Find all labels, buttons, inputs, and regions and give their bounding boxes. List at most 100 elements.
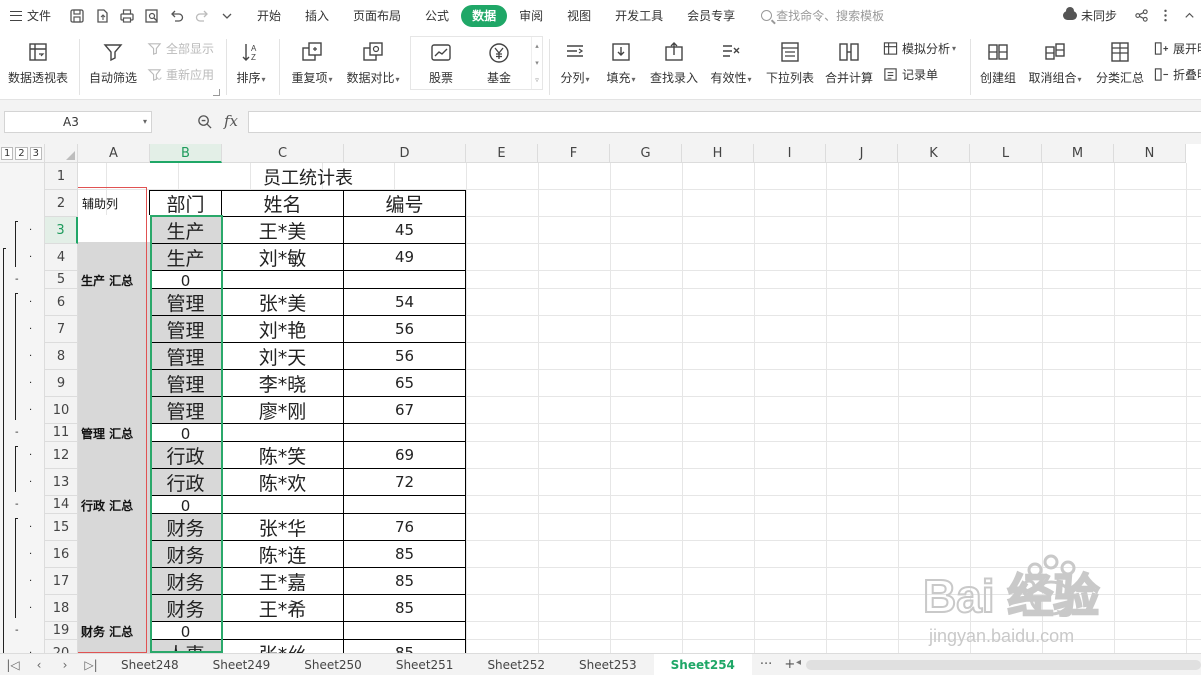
number-cell[interactable]: 72 (344, 469, 466, 496)
column-header-k[interactable]: K (898, 144, 970, 163)
dept-cell[interactable]: 财务 (150, 514, 222, 541)
first-sheet-icon[interactable]: |◁ (0, 654, 26, 675)
tab-member[interactable]: 会员专享 (675, 5, 747, 27)
row-header-1[interactable]: 1 (45, 163, 78, 190)
number-cell[interactable]: 65 (344, 370, 466, 397)
sheet-tab-sheet250[interactable]: Sheet250 (287, 654, 379, 675)
print-preview-icon[interactable] (139, 0, 164, 31)
dept-cell[interactable]: 生产 (150, 244, 222, 271)
column-header-j[interactable]: J (826, 144, 898, 163)
sheet-grid[interactable]: 员工统计表 辅助列 部门 姓名 编号 生产 王*美 45 生产 刘*敏 49 生产 汇总 0 管理 张*美 5… (78, 163, 1201, 653)
expand-details-button[interactable]: 展开明 (1154, 40, 1201, 57)
number-cell[interactable]: 54 (344, 289, 466, 316)
outline-collapse-icon[interactable]: - (15, 275, 19, 285)
subtotal-empty-cell[interactable] (222, 496, 344, 514)
row-header-5[interactable]: 5 (45, 271, 78, 289)
dept-cell[interactable]: 行政 (150, 469, 222, 496)
gallery-up-icon[interactable]: ▴ (535, 42, 539, 50)
create-group-button[interactable]: 创建组 (978, 31, 1018, 100)
number-cell[interactable]: 56 (344, 343, 466, 370)
sheet-tab-sheet254[interactable]: Sheet254 (653, 653, 752, 675)
row-header-2[interactable]: 2 (45, 190, 78, 217)
aux-cell[interactable] (78, 397, 150, 424)
column-header-d[interactable]: D (344, 144, 466, 163)
row-header-4[interactable]: 4 (45, 244, 78, 271)
sheet-tab-sheet249[interactable]: Sheet249 (196, 654, 288, 675)
autofilter-button[interactable]: 自动筛选 (88, 31, 138, 100)
aux-cell[interactable] (78, 316, 150, 343)
subtotal-empty-cell[interactable] (344, 496, 466, 514)
dept-cell[interactable]: 财务 (150, 595, 222, 622)
name-cell[interactable]: 陈*连 (222, 541, 344, 568)
column-header-i[interactable]: I (754, 144, 826, 163)
more-menu-icon[interactable] (1153, 0, 1177, 31)
row-header-15[interactable]: 15 (45, 514, 78, 541)
formula-input[interactable] (248, 111, 1201, 133)
tab-review[interactable]: 审阅 (507, 5, 555, 27)
outline-collapse-icon[interactable]: - (15, 626, 19, 636)
column-header-n[interactable]: N (1114, 144, 1186, 163)
duplicates-button[interactable]: 重复项 (287, 31, 337, 100)
number-cell[interactable]: 85 (344, 595, 466, 622)
number-cell[interactable]: 45 (344, 217, 466, 244)
row-header-7[interactable]: 7 (45, 316, 78, 343)
aux-cell[interactable] (78, 289, 150, 316)
column-header-g[interactable]: G (610, 144, 682, 163)
column-header-b[interactable]: B (150, 144, 222, 163)
outline-level-2[interactable]: 2 (15, 146, 28, 160)
number-cell[interactable]: 85 (344, 640, 466, 653)
tab-formulas[interactable]: 公式 (413, 5, 461, 27)
number-cell[interactable]: 85 (344, 568, 466, 595)
row-header-18[interactable]: 18 (45, 595, 78, 622)
outline-detail-dot[interactable]: · (29, 477, 32, 488)
row-header-14[interactable]: 14 (45, 496, 78, 514)
dept-cell[interactable]: 财务 (150, 541, 222, 568)
column-header-e[interactable]: E (466, 144, 538, 163)
dept-cell[interactable]: 管理 (150, 343, 222, 370)
row-header-12[interactable]: 12 (45, 442, 78, 469)
share-icon[interactable] (1129, 0, 1153, 31)
sheet-tab-sheet253[interactable]: Sheet253 (562, 654, 654, 675)
aux-cell[interactable] (78, 343, 150, 370)
outline-detail-dot[interactable]: · (29, 603, 32, 614)
name-cell[interactable]: 王*嘉 (222, 568, 344, 595)
outline-detail-dot[interactable]: · (29, 378, 32, 389)
name-cell[interactable]: 陈*笑 (222, 442, 344, 469)
redo-icon[interactable] (189, 0, 214, 31)
aux-cell[interactable] (78, 595, 150, 622)
data-compare-button[interactable]: 数据对比 (344, 31, 402, 100)
number-cell[interactable]: 69 (344, 442, 466, 469)
split-column-button[interactable]: 分列 (556, 31, 594, 100)
aux-cell[interactable] (78, 640, 150, 653)
name-cell[interactable]: 廖*刚 (222, 397, 344, 424)
add-sheet-icon[interactable]: + (784, 657, 795, 672)
subtotal-value-cell[interactable]: 0 (150, 496, 222, 514)
what-if-analysis-button[interactable]: 模拟分析 ▾ (883, 40, 956, 57)
horizontal-scrollbar[interactable] (796, 657, 1201, 670)
record-form-button[interactable]: 记录单 (883, 66, 938, 83)
outline-collapse-icon[interactable]: - (15, 428, 19, 438)
sheet-tab-sheet251[interactable]: Sheet251 (379, 654, 471, 675)
aux-cell[interactable] (78, 442, 150, 469)
outline-detail-dot[interactable]: · (29, 405, 32, 416)
row-header-17[interactable]: 17 (45, 568, 78, 595)
row-header-8[interactable]: 8 (45, 343, 78, 370)
subtotal-label-cell[interactable]: 管理 汇总 (78, 424, 150, 442)
outline-detail-dot[interactable]: · (29, 297, 32, 308)
prev-sheet-icon[interactable]: ‹ (26, 654, 52, 675)
tab-view[interactable]: 视图 (555, 5, 603, 27)
sheet-tab-sheet248[interactable]: Sheet248 (104, 654, 196, 675)
consolidate-button[interactable]: 合并计算 (823, 31, 875, 100)
column-header-l[interactable]: L (970, 144, 1042, 163)
command-search[interactable]: 查找命令、搜索模板 (761, 7, 884, 24)
validity-button[interactable]: 有效性 (707, 31, 755, 100)
row-header-3[interactable]: 3 (45, 217, 78, 244)
subtotal-empty-cell[interactable] (222, 271, 344, 289)
gallery-more-icon[interactable]: ▿ (535, 76, 539, 84)
name-cell[interactable]: 王*美 (222, 217, 344, 244)
column-header-c[interactable]: C (222, 144, 344, 163)
select-all-corner[interactable] (45, 144, 78, 163)
last-sheet-icon[interactable]: ▷| (78, 654, 104, 675)
subtotal-value-cell[interactable]: 0 (150, 424, 222, 442)
number-cell[interactable]: 56 (344, 316, 466, 343)
